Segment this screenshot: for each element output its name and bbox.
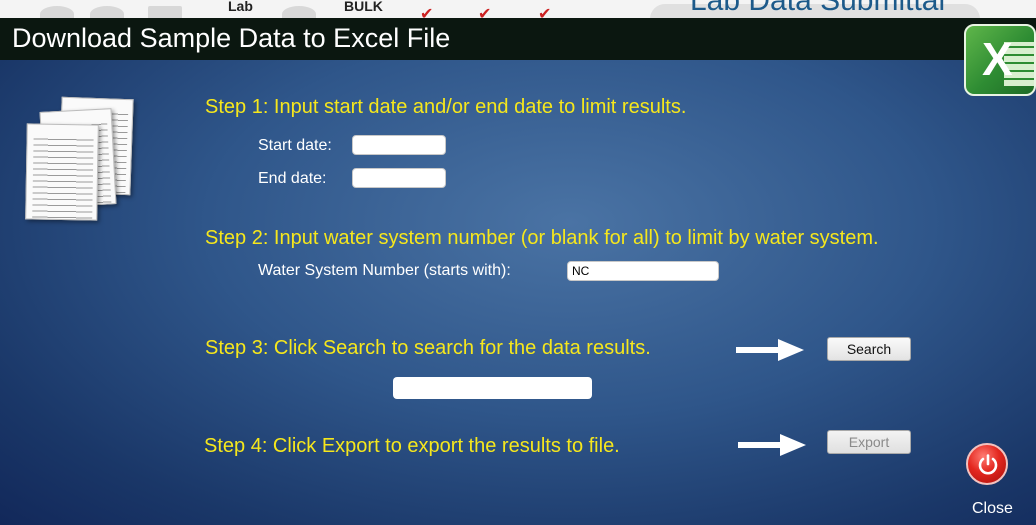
checkmark-icon: ✔	[478, 6, 492, 18]
start-date-label: Start date:	[258, 137, 332, 154]
search-button[interactable]: Search	[827, 337, 911, 361]
checkmark-icon: ✔	[420, 6, 434, 18]
checkmark-icon: ✔	[538, 6, 552, 18]
dialog-title: Download Sample Data to Excel File	[12, 23, 451, 53]
water-system-label: Water System Number (starts with):	[258, 262, 511, 279]
water-system-input[interactable]	[567, 261, 719, 281]
background-icon	[282, 6, 316, 18]
power-icon	[978, 454, 998, 475]
background-icon	[40, 6, 74, 18]
end-date-input[interactable]	[352, 168, 446, 188]
background-icon	[90, 6, 124, 18]
step4-instruction: Step 4: Click Export to export the resul…	[204, 435, 620, 457]
start-date-input[interactable]	[352, 135, 446, 155]
arrow-right-icon	[738, 434, 806, 456]
search-status-field	[393, 377, 592, 399]
excel-icon: X	[964, 24, 1036, 96]
end-date-label: End date:	[258, 170, 327, 187]
arrow-right-icon	[736, 339, 804, 361]
documents-icon	[25, 96, 136, 228]
download-dialog: Download Sample Data to Excel File Step …	[0, 18, 1036, 525]
dialog-header: Download Sample Data to Excel File	[0, 18, 1036, 60]
background-app-title: Lab Data Submittal	[690, 0, 946, 17]
step3-instruction: Step 3: Click Search to search for the d…	[205, 337, 651, 359]
step1-instruction: Step 1: Input start date and/or end date…	[205, 96, 687, 118]
dialog-body: Step 1: Input start date and/or end date…	[0, 60, 1036, 525]
step2-instruction: Step 2: Input water system number (or bl…	[205, 227, 879, 249]
close-label[interactable]: Close	[972, 500, 1013, 518]
export-button[interactable]: Export	[827, 430, 911, 454]
excel-x-glyph: X	[982, 33, 1013, 85]
document-sheet	[25, 123, 99, 221]
close-button[interactable]	[966, 443, 1008, 485]
background-app-strip: Lab BULK ✔ ✔ ✔ Lab Data Submittal	[0, 0, 1036, 18]
background-lab-label: Lab	[228, 0, 253, 14]
background-bulk-label: BULK	[344, 0, 383, 14]
background-icon	[148, 6, 182, 18]
